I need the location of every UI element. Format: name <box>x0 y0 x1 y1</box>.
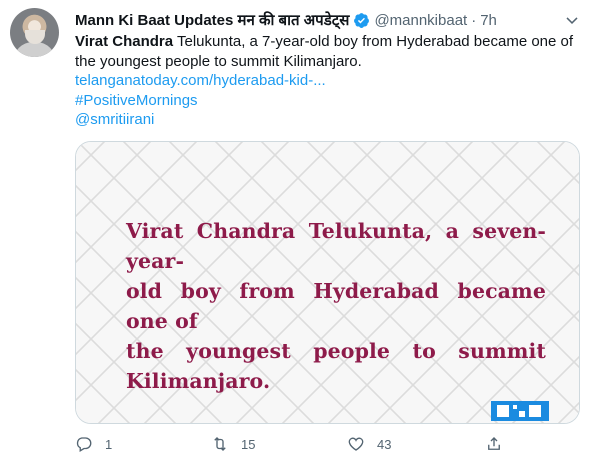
reply-count: 1 <box>105 436 113 452</box>
separator-dot: · <box>471 11 477 29</box>
tweet-text-bold: Virat Chandra <box>75 33 174 50</box>
qr-code-icon <box>491 401 549 421</box>
avatar[interactable] <box>10 8 59 57</box>
tweet[interactable]: Mann Ki Baat Updates मन की बात अपडेट्स @… <box>0 0 596 476</box>
more-options-icon[interactable] <box>562 10 582 30</box>
quote-line: Virat Chandra Telukunta, a seven-year- <box>126 219 546 273</box>
tweet-actions: 1 15 43 <box>75 432 575 456</box>
avatar-body <box>13 42 56 57</box>
share-icon <box>488 437 500 450</box>
reply-icon <box>76 437 92 452</box>
like-button[interactable]: 43 <box>347 432 391 456</box>
hashtag-link[interactable]: #PositiveMornings <box>75 91 575 111</box>
article-link[interactable]: telanganatoday.com/hyderabad-kid-... <box>75 71 575 91</box>
like-count: 43 <box>377 436 392 452</box>
verified-badge-icon <box>354 12 370 28</box>
reply-button[interactable]: 1 <box>75 432 112 456</box>
quote-line: Kilimanjaro. <box>126 369 271 393</box>
quote-text: Virat Chandra Telukunta, a seven-year- o… <box>126 216 546 396</box>
author-handle[interactable]: @mannkibaat <box>374 12 467 29</box>
retweet-count: 15 <box>241 436 256 452</box>
retweet-button[interactable]: 15 <box>211 432 255 456</box>
avatar-beard <box>25 30 45 44</box>
author-name[interactable]: Mann Ki Baat Updates मन की बात अपडेट्स <box>75 10 349 30</box>
media-card[interactable]: Virat Chandra Telukunta, a seven-year- o… <box>75 141 580 424</box>
share-button[interactable] <box>485 432 503 456</box>
like-icon <box>348 437 364 451</box>
tweet-header: Mann Ki Baat Updates मन की बात अपडेट्स @… <box>75 9 555 31</box>
quote-line: old boy from Hyderabad became one of <box>126 279 546 333</box>
mention-link[interactable]: @smritiirani <box>75 110 575 130</box>
quote-line: the youngest people to summit <box>126 339 546 363</box>
retweet-icon <box>214 437 226 451</box>
timestamp[interactable]: 7h <box>480 12 497 29</box>
tweet-text: Virat Chandra Telukunta, a 7-year-old bo… <box>75 32 575 130</box>
